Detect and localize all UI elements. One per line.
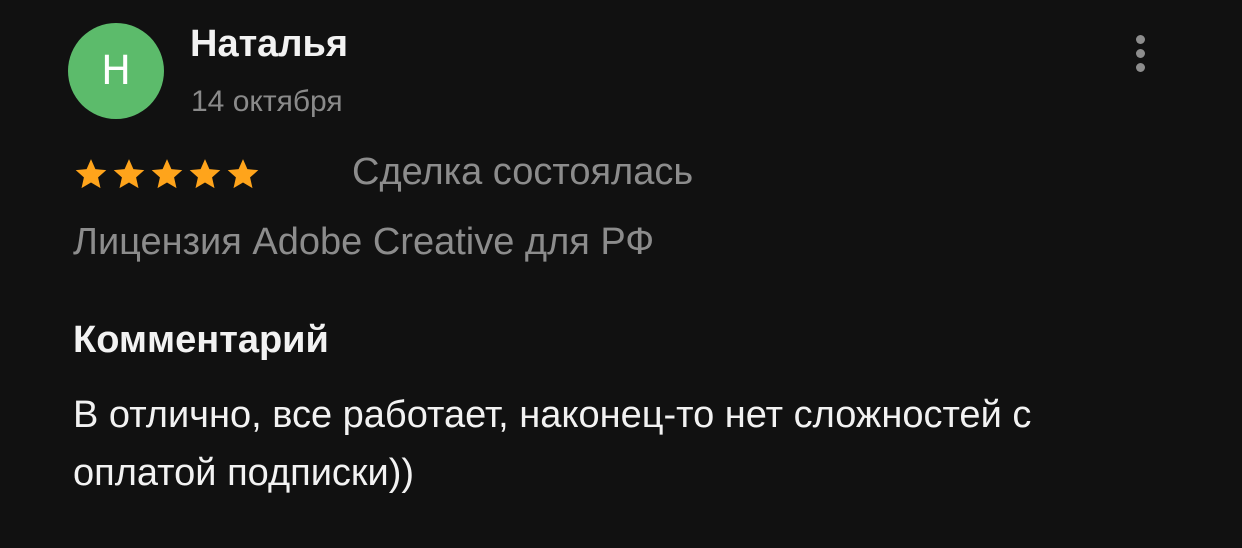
more-vertical-icon <box>1135 34 1145 44</box>
comment-heading: Комментарий <box>73 319 329 361</box>
comment-text: В отлично, все работает, наконец-то нет … <box>73 394 1032 494</box>
star-icon <box>75 159 107 189</box>
author-name[interactable]: Наталья <box>190 22 348 68</box>
more-options-button[interactable] <box>1122 28 1158 78</box>
star-icon <box>189 159 221 189</box>
more-vertical-icon <box>1135 48 1145 58</box>
avatar[interactable]: Н <box>68 23 164 119</box>
deal-status: Сделка состоялась <box>352 151 694 193</box>
review-date: 14 октября <box>191 85 343 118</box>
star-icon <box>227 159 259 189</box>
star-icon <box>151 159 183 189</box>
more-vertical-icon <box>1135 62 1145 72</box>
star-icon <box>113 159 145 189</box>
avatar-letter: Н <box>100 48 132 94</box>
star-rating <box>74 152 260 196</box>
product-name[interactable]: Лицензия Adobe Creative для РФ <box>73 220 654 266</box>
